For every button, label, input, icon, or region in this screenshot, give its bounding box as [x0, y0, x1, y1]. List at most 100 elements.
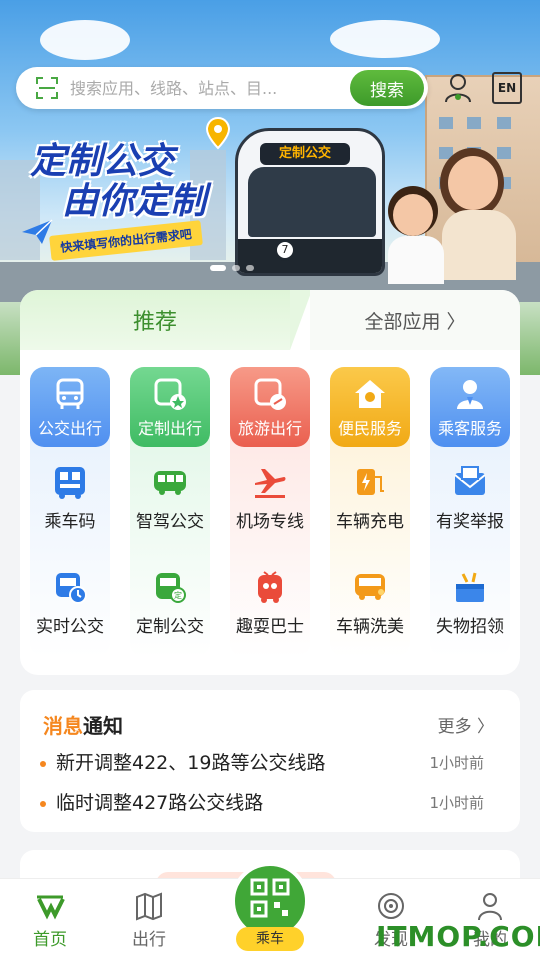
news-title-rest: 通知	[83, 714, 123, 738]
news-item-text: 临时调整427路公交线路	[56, 792, 264, 814]
smart-bus-icon	[154, 471, 186, 495]
news-item-time: 1小时前	[429, 794, 484, 812]
app-label: 定制公交	[136, 617, 204, 637]
pager-dot[interactable]	[232, 265, 240, 271]
category-label: 便民服务	[337, 419, 402, 438]
cloud-decoration	[40, 20, 130, 60]
app-label: 有奖举报	[436, 512, 504, 532]
app-label: 实时公交	[36, 617, 104, 637]
tab-label: 出行	[132, 930, 166, 950]
mother-body	[442, 210, 516, 280]
passenger-icon	[457, 380, 483, 409]
boy-body	[388, 236, 444, 284]
banner-tagline: 快来填写你的出行需求吧	[49, 220, 203, 261]
category-bus-travel[interactable]: 公交出行	[30, 367, 110, 447]
svg-text:定: 定	[174, 590, 182, 600]
category-tour-travel[interactable]: 旅游出行	[230, 367, 310, 447]
bus-number: 7	[274, 239, 296, 261]
banner-pager[interactable]	[210, 265, 254, 271]
app-smart-bus[interactable]: 智驾公交	[120, 465, 220, 532]
car-wash-icon	[355, 574, 385, 600]
mother-face	[448, 156, 498, 210]
boy-face	[393, 194, 433, 236]
category-convenience-service[interactable]: 便民服务	[330, 367, 410, 447]
pager-dot[interactable]	[246, 265, 254, 271]
tab-home[interactable]: 首页	[15, 891, 85, 950]
search-bar[interactable]: 搜索	[16, 67, 428, 109]
home-service-icon	[355, 380, 385, 408]
tab-recommend[interactable]: 推荐	[20, 290, 312, 350]
bullet-icon	[40, 760, 46, 767]
news-more-link[interactable]: 更多 〉	[438, 712, 494, 737]
ride-label[interactable]: 乘车	[236, 927, 304, 951]
bus-icon	[56, 378, 84, 409]
app-label: 智驾公交	[136, 512, 204, 532]
bus-bumper	[238, 239, 382, 273]
app-reward-report[interactable]: 有奖举报	[420, 465, 520, 532]
bullet-icon	[40, 800, 46, 807]
tab-all-apps[interactable]: 全部应用 〉	[310, 290, 520, 350]
user-icon	[478, 893, 502, 921]
banner-headline-2: 由你定制	[62, 181, 207, 222]
lost-found-icon	[456, 572, 484, 602]
news-item-time: 1小时前	[429, 754, 484, 772]
category-label: 公交出行	[37, 419, 102, 438]
app-car-wash[interactable]: 车辆洗美	[320, 570, 420, 637]
app-fun-bus[interactable]: 趣耍巴士	[220, 570, 320, 637]
map-icon	[136, 892, 162, 921]
app-label: 失物招领	[436, 617, 504, 637]
report-mail-icon	[454, 466, 486, 495]
home-icon	[37, 895, 65, 920]
category-label: 乘客服务	[437, 419, 502, 438]
bus-windshield	[248, 167, 376, 237]
app-lost-found[interactable]: 失物招领	[420, 570, 520, 637]
custom-bus-badge-icon: 定	[156, 573, 186, 603]
bus-illustration: 定制公交 7	[235, 128, 385, 276]
app-label: 车辆充电	[336, 512, 404, 532]
news-item[interactable]: 新开调整422、19路等公交线路 1小时前	[40, 748, 500, 775]
scan-icon[interactable]	[36, 77, 58, 99]
category-column-tour: 旅游出行 机场专线 趣耍巴士	[230, 367, 310, 657]
charging-icon	[357, 469, 384, 495]
app-realtime-bus[interactable]: 实时公交	[20, 570, 120, 637]
tab-travel[interactable]: 出行	[114, 891, 184, 950]
app-label: 趣耍巴士	[236, 617, 304, 637]
discover-icon	[378, 893, 404, 919]
app-custom-bus[interactable]: 定 定制公交	[120, 570, 220, 637]
airplane-icon	[255, 469, 286, 498]
user-profile-icon[interactable]	[443, 72, 473, 104]
news-card: 消息通知 更多 〉 新开调整422、19路等公交线路 1小时前 临时调整427路…	[20, 690, 520, 832]
news-title: 消息通知	[43, 710, 123, 739]
qr-code-icon	[250, 878, 290, 918]
custom-bus-icon	[154, 378, 186, 410]
news-item[interactable]: 临时调整427路公交线路 1小时前	[40, 788, 500, 815]
watermark: ITMOP.COM	[376, 920, 540, 953]
search-input[interactable]	[70, 78, 350, 98]
news-title-highlight: 消息	[43, 714, 83, 738]
search-button[interactable]: 搜索	[350, 70, 424, 106]
category-column-bus: 公交出行 乘车码 实时公交	[30, 367, 110, 657]
qr-bus-icon	[55, 467, 85, 499]
location-pin-icon	[205, 116, 231, 150]
category-custom-travel[interactable]: 定制出行	[130, 367, 210, 447]
category-column-passenger: 乘客服务 有奖举报 失物招领	[430, 367, 510, 657]
pager-dot-active[interactable]	[210, 265, 226, 271]
category-column-service: 便民服务 车辆充电 车辆洗美	[330, 367, 410, 657]
app-label: 机场专线	[236, 512, 304, 532]
cloud-decoration	[330, 20, 440, 58]
category-label: 旅游出行	[237, 419, 302, 438]
tour-bus-icon	[254, 378, 286, 410]
fun-bus-icon	[258, 571, 282, 603]
news-item-text: 新开调整422、19路等公交线路	[56, 752, 326, 774]
app-ev-charging[interactable]: 车辆充电	[320, 465, 420, 532]
category-column-custom: 定制出行 智驾公交 定 定制公交	[130, 367, 210, 657]
app-airport-line[interactable]: 机场专线	[220, 465, 320, 532]
category-passenger-service[interactable]: 乘客服务	[430, 367, 510, 447]
app-label: 乘车码	[44, 512, 96, 532]
tab-label: 首页	[33, 930, 67, 950]
category-label: 定制出行	[137, 419, 202, 438]
language-switch-icon[interactable]: EN	[492, 72, 522, 104]
bus-sign: 定制公交	[260, 143, 350, 165]
app-ride-code[interactable]: 乘车码	[20, 465, 120, 532]
app-panel: 推荐 全部应用 〉 公交出行 乘车码 实时公交 定制出行 智驾公交 定 定制公交…	[20, 290, 520, 675]
